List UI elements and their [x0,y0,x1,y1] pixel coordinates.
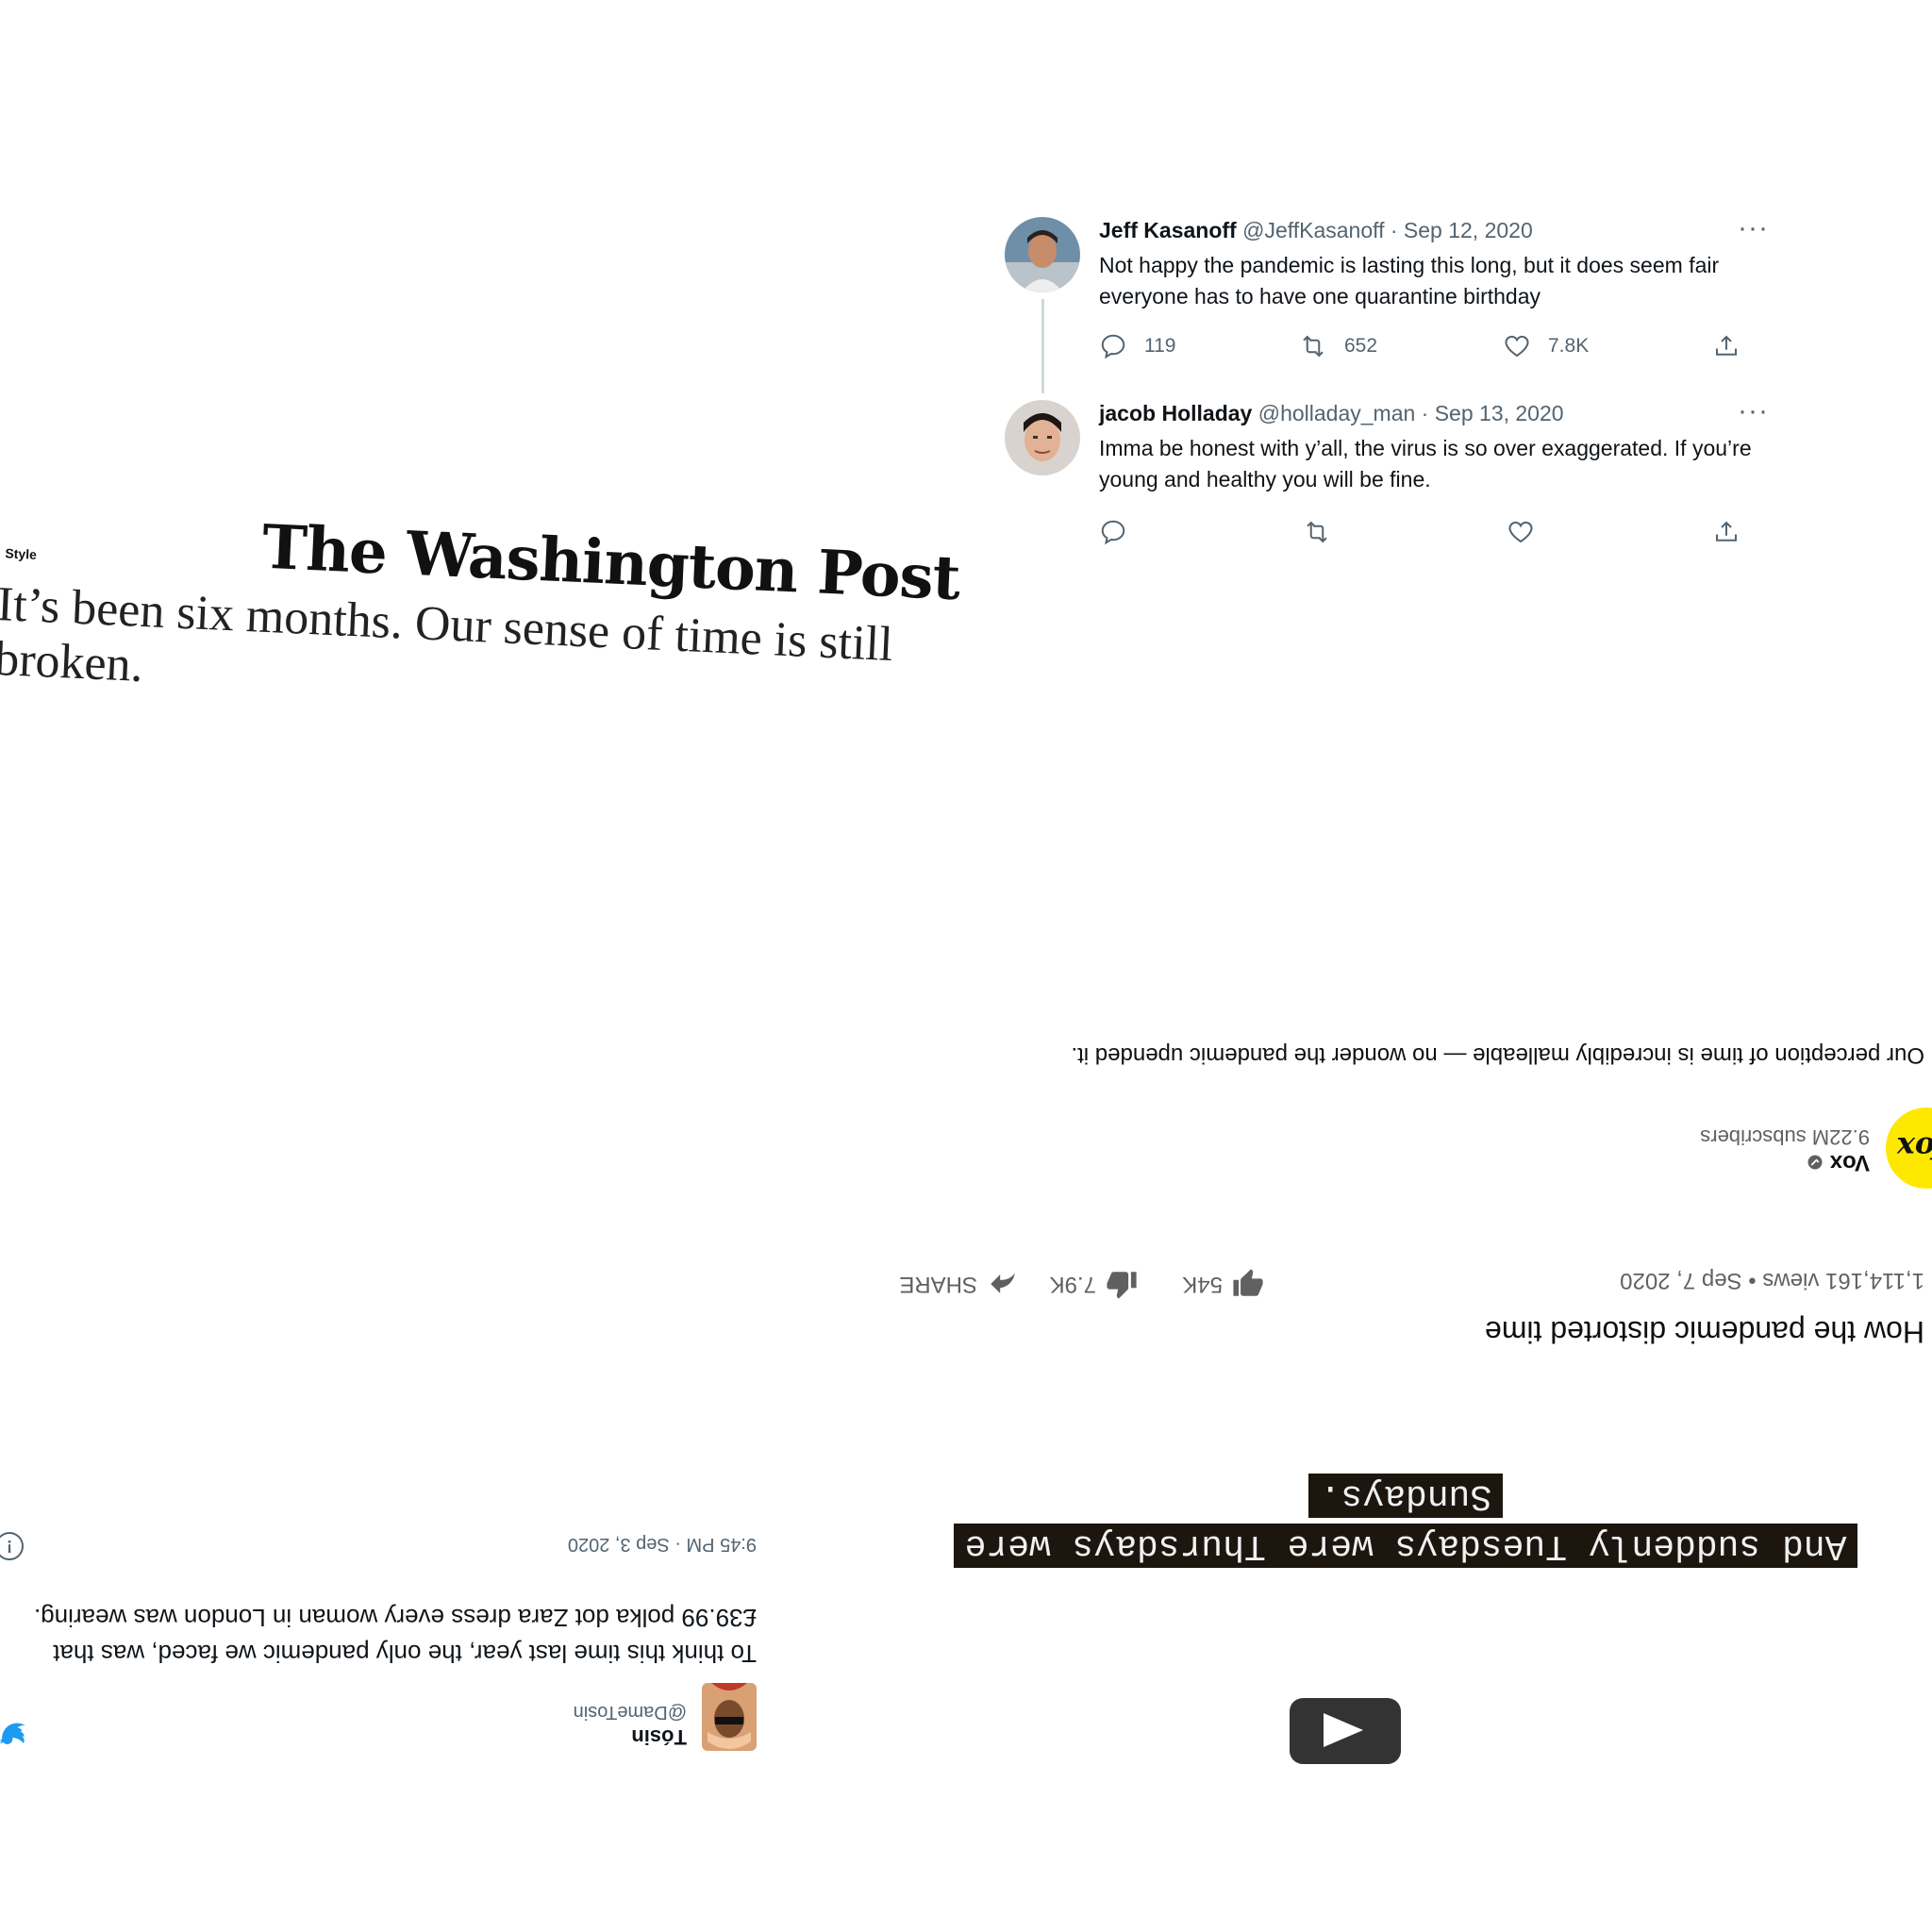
info-icon[interactable]: ! [0,1532,24,1560]
reply-count: 119 [1144,335,1176,357]
reply-icon [1101,520,1125,545]
display-name[interactable]: jacob Holladay [1099,401,1252,425]
share-arrow-icon [991,1273,1015,1293]
reply-icon [1101,334,1125,359]
thumbs-up-icon [1107,1272,1137,1299]
dislike-button[interactable]: 54K [1182,1268,1264,1300]
like-count: 7.9K [1049,1272,1096,1297]
like-button[interactable] [1507,518,1535,546]
handle-and-date[interactable]: @holladay_man · Sep 13, 2020 [1258,401,1564,425]
caption-line: And suddenly Tuesdays were Thursdays wer… [953,1524,1858,1568]
retweet-icon [1307,521,1327,543]
twitter-bird-icon[interactable] [0,1719,28,1747]
share-button[interactable] [1712,518,1740,546]
heart-icon [1508,521,1533,543]
tweet-text: To think this time last year, the only p… [34,1604,757,1668]
tweet-text: Imma be honest with y’all, the virus is … [1099,436,1752,491]
avatar[interactable] [1005,217,1080,292]
tweet-actions: 119 652 7.8K [1099,332,1750,364]
dislike-count: 54K [1182,1272,1223,1297]
channel-name[interactable]: Vox [1807,1149,1870,1175]
youtube-video-panel: And suddenly Tuesdays were Thursdays wer… [887,991,1932,1764]
thumbs-down-icon [1233,1269,1263,1296]
reply-button[interactable] [1099,518,1127,546]
tweet-header: jacob Holladay @holladay_man · Sep 13, 2… [1099,401,1564,426]
video-description: Our perception of time is incredibly mal… [1071,1042,1925,1068]
handle[interactable]: @DameTosin [574,1701,687,1723]
heart-icon [1505,335,1529,358]
tweet-header: Jeff Kasanoff @JeffKasanoff · Sep 12, 20… [1099,218,1533,243]
share-icon [1716,521,1737,541]
more-options-icon[interactable]: ··· [1738,212,1769,244]
tweet-text: Not happy the pandemic is lasting this l… [1099,253,1720,308]
display-name[interactable]: Tósin [631,1724,687,1749]
like-button[interactable]: 7.9K [1050,1268,1138,1300]
share-button[interactable] [1712,332,1740,360]
thread-connector-line [1041,299,1044,393]
washington-post-article-header: The Washington Post Style It’s been six … [0,500,999,762]
handle-and-date[interactable]: @JeffKasanoff · Sep 12, 2020 [1242,218,1533,242]
play-button[interactable] [1290,1698,1401,1764]
share-button[interactable]: SHARE [899,1268,1019,1300]
share-label: SHARE [899,1272,977,1297]
subscriber-count: 9.22M subscribers [1700,1125,1870,1149]
display-name[interactable]: Jeff Kasanoff [1099,218,1237,242]
retweet-count: 652 [1344,335,1378,357]
video-captions: And suddenly Tuesdays were Thursdays wer… [887,1471,1924,1571]
video-title: How the pandemic distorted time [1485,1315,1924,1349]
retweet-button[interactable] [1303,518,1331,546]
tweet-actions [1099,518,1750,550]
view-count-and-date: 1,114,161 views • Sep 7, 2020 [1620,1268,1924,1293]
share-icon [1716,335,1737,356]
reply-button[interactable]: 119 [1099,332,1175,360]
avatar[interactable] [702,1683,757,1751]
more-options-icon[interactable]: ··· [1738,395,1769,427]
tweet-thread: Jeff Kasanoff @JeffKasanoff · Sep 12, 20… [1005,212,1768,561]
like-button[interactable]: 7.8K [1503,332,1589,360]
section-label[interactable]: Style [5,545,37,562]
retweet-icon [1303,335,1324,358]
tweet-timestamp[interactable]: 9:45 PM · Sep 3, 2020 [568,1533,757,1555]
verified-check-icon [1807,1155,1823,1170]
play-icon [1324,1713,1363,1747]
tweet-tosin[interactable]: Tósin @DameTosin To think this time last… [0,1509,764,1764]
channel-name-text: Vox [1829,1150,1870,1175]
retweet-button[interactable]: 652 [1299,332,1377,360]
caption-line: Sundays. [1307,1474,1504,1518]
like-count: 7.8K [1548,335,1590,357]
avatar[interactable] [1005,400,1080,475]
channel-avatar[interactable]: Vox [1886,1108,1932,1189]
